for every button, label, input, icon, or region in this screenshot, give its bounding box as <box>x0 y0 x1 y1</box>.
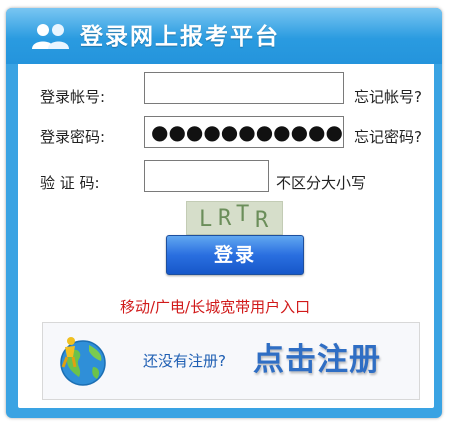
login-panel: 登录网上报考平台 登录帐号: 忘记帐号? 登录密码: ●●●●●●●●●●●●●… <box>6 8 442 418</box>
register-button[interactable]: 点击注册 <box>253 334 381 379</box>
register-banner[interactable]: 还没有注册? 点击注册 <box>42 322 420 400</box>
account-input[interactable] <box>144 72 344 104</box>
panel-header: 登录网上报考平台 <box>6 8 442 64</box>
captcha-char: T <box>236 202 250 227</box>
page-title: 登录网上报考平台 <box>80 24 280 50</box>
users-icon <box>32 24 69 49</box>
captcha-input[interactable] <box>144 160 269 192</box>
password-label: 登录密码: <box>40 128 106 146</box>
captcha-hint: 不区分大小写 <box>276 174 367 192</box>
mobile-users-link[interactable]: 移动/广电/长城宽带用户入口 <box>120 296 310 317</box>
globe-person-icon <box>60 337 106 386</box>
register-question: 还没有注册? <box>143 352 226 370</box>
captcha-label: 验 证 码: <box>40 174 100 192</box>
forgot-password-link[interactable]: 忘记密码? <box>354 126 422 147</box>
forgot-account-link[interactable]: 忘记帐号? <box>354 86 422 107</box>
account-label: 登录帐号: <box>40 88 106 106</box>
password-input[interactable]: ●●●●●●●●●●●●●●●● <box>144 116 344 148</box>
login-form: 登录帐号: 忘记帐号? 登录密码: ●●●●●●●●●●●●●●●● 忘记密码?… <box>18 64 434 408</box>
captcha-char: R <box>255 208 269 233</box>
captcha-char: R <box>218 206 232 231</box>
login-button[interactable]: 登录 <box>166 235 304 275</box>
captcha-image[interactable]: L R T R <box>186 201 283 235</box>
captcha-char: L <box>199 207 213 232</box>
